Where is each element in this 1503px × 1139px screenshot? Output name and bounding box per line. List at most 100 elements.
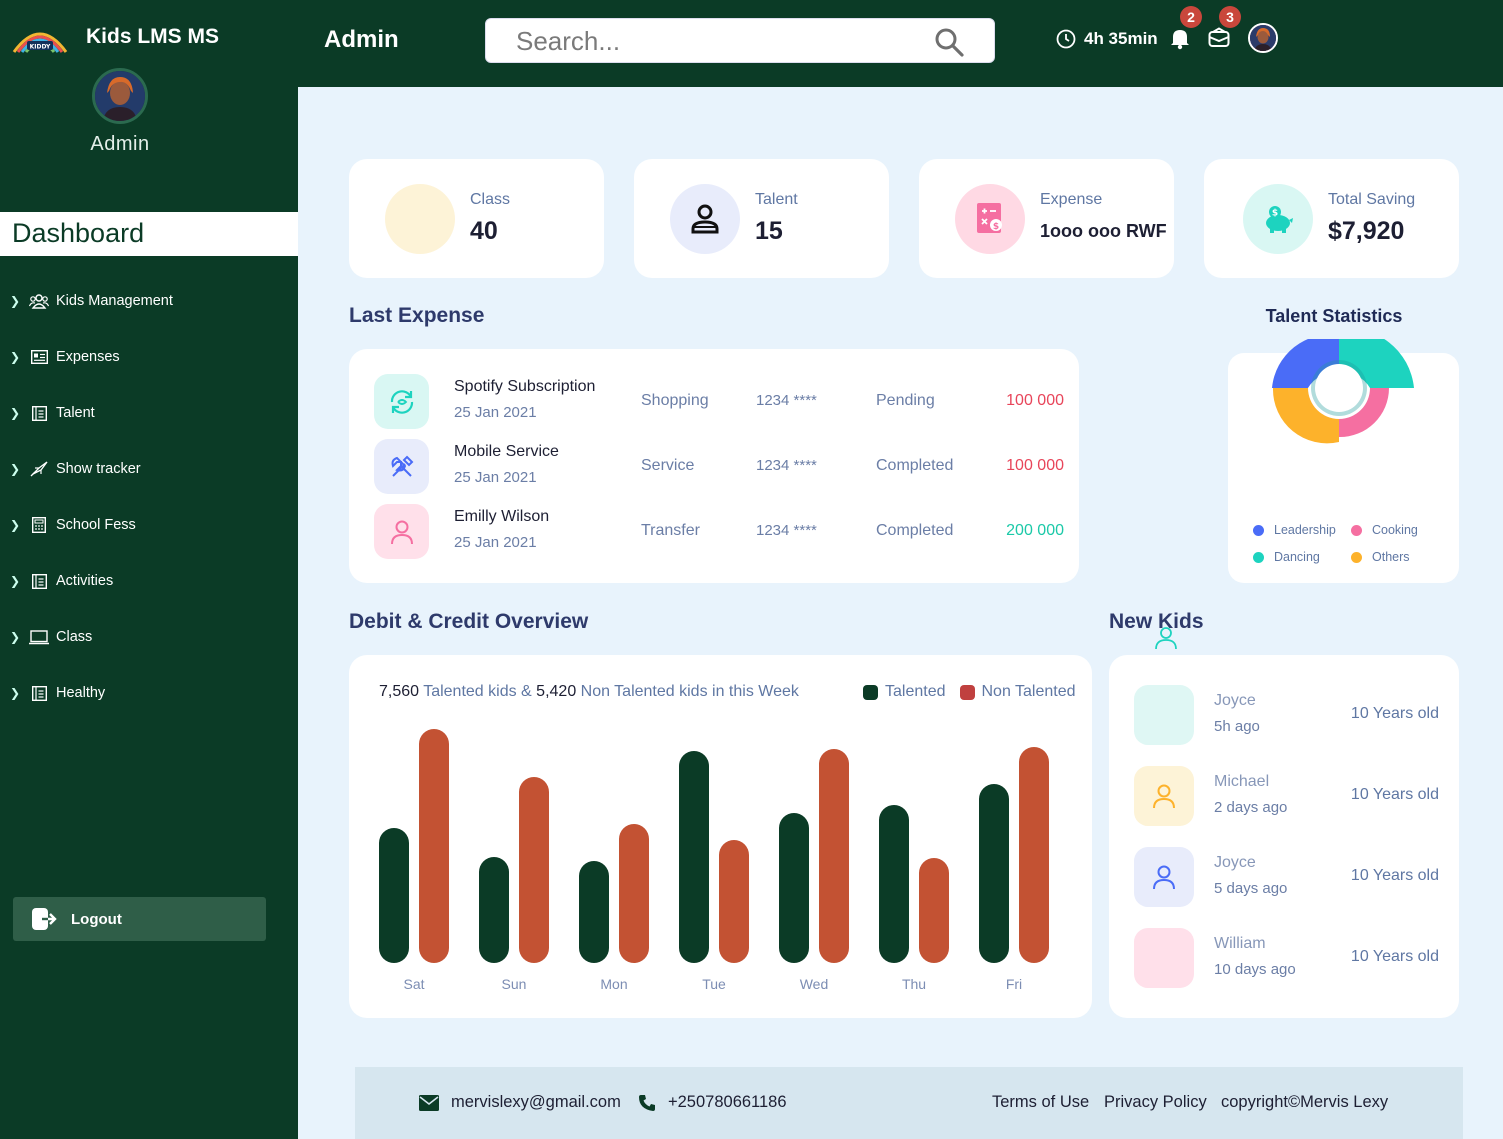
legend-dancing: Dancing: [1253, 550, 1320, 564]
refresh-icon: [374, 374, 429, 429]
privacy-link[interactable]: Privacy Policy: [1104, 1093, 1207, 1112]
expense-status: Pending: [876, 392, 935, 409]
messages-button[interactable]: 3: [1207, 6, 1241, 52]
bar-talented-sat[interactable]: [379, 828, 409, 963]
sidebar-item-show-tracker[interactable]: ❯ Show tracker: [0, 441, 298, 497]
sidebar-item-activities[interactable]: ❯ Activities: [0, 553, 298, 609]
sidebar-item-label: Activities: [56, 573, 114, 589]
bar-talented-mon[interactable]: [579, 861, 609, 963]
svg-text:$: $: [1272, 209, 1278, 219]
chevron-right-icon: ❯: [10, 350, 21, 364]
bar-non-talented-sat[interactable]: [419, 729, 449, 963]
x-tick-label: Thu: [902, 976, 926, 992]
kid-name: Joyce: [1214, 854, 1256, 871]
stat-card-total-saving[interactable]: $ Total Saving $7,920: [1204, 159, 1459, 278]
bar-talented-thu[interactable]: [879, 805, 909, 963]
sidebar-item-dashboard[interactable]: Dashboard: [0, 212, 298, 256]
bar-non-talented-tue[interactable]: [719, 840, 749, 963]
kid-age: 10 Years old: [1350, 786, 1439, 803]
sidebar-item-expenses[interactable]: ❯ Expenses: [0, 329, 298, 385]
talent-statistics-title: Talent Statistics: [1265, 306, 1403, 326]
sidebar-item-school-fees[interactable]: ❯ School Fess: [0, 497, 298, 553]
bar-talented-wed[interactable]: [779, 813, 809, 963]
bar-non-talented-fri[interactable]: [1019, 747, 1049, 963]
expense-row[interactable]: Emilly Wilson 25 Jan 2021 Transfer 1234 …: [374, 504, 1064, 559]
sidebar-avatar[interactable]: [92, 68, 148, 124]
kid-item[interactable]: Michael 2 days ago 10 Years old: [1134, 766, 1439, 826]
stat-label: Talent: [755, 191, 798, 208]
expense-row[interactable]: Spotify Subscription 25 Jan 2021 Shoppin…: [374, 374, 1064, 429]
x-tick-label: Mon: [600, 976, 627, 992]
bar-non-talented-wed[interactable]: [819, 749, 849, 963]
bar-talented-tue[interactable]: [679, 751, 709, 963]
user-icon: [1153, 865, 1175, 890]
sidebar-item-label: School Fess: [56, 517, 136, 533]
legend-cooking: Cooking: [1351, 523, 1418, 537]
messages-badge: 3: [1219, 6, 1241, 28]
sidebar-item-healthy[interactable]: ❯ Healthy: [0, 665, 298, 721]
expense-category: Shopping: [641, 392, 709, 409]
notifications-button[interactable]: 2: [1168, 6, 1202, 52]
expense-status: Completed: [876, 522, 954, 539]
app-title: Kids LMS MS: [86, 25, 220, 48]
kid-item[interactable]: Joyce 5h ago 10 Years old: [1134, 685, 1439, 745]
expense-category: Transfer: [641, 522, 700, 539]
footer: mervislexy@gmail.com +250780661186 Terms…: [355, 1067, 1463, 1139]
chevron-right-icon: ❯: [10, 630, 21, 644]
footer-phone-text: +250780661186: [668, 1093, 787, 1111]
search-box: [485, 18, 995, 63]
search-input[interactable]: [516, 25, 916, 57]
stat-card-talent[interactable]: Talent 15: [634, 159, 889, 278]
stat-card-class[interactable]: Class 40: [349, 159, 604, 278]
class-icon: [385, 184, 455, 254]
timer-value: 4h 35min: [1084, 29, 1158, 48]
kid-time: 5 days ago: [1214, 880, 1288, 897]
expense-amount: 100 000: [1006, 457, 1064, 474]
kid-item[interactable]: Joyce 5 days ago 10 Years old: [1134, 847, 1439, 907]
x-tick-label: Wed: [800, 976, 829, 992]
expense-row[interactable]: Mobile Service 25 Jan 2021 Service 1234 …: [374, 439, 1064, 494]
logout-icon: [32, 908, 57, 930]
legend-others: Others: [1351, 550, 1410, 564]
kid-item[interactable]: William 10 days ago 10 Years old: [1134, 928, 1439, 988]
user-avatar[interactable]: [1248, 23, 1278, 53]
bar-talented-sun[interactable]: [479, 857, 509, 963]
bar-chart: Sat Sun Mon Tue Wed Thu Fri: [379, 729, 1049, 992]
sidebar-item-class[interactable]: ❯ Class: [0, 609, 298, 665]
user-icon: [1153, 784, 1175, 809]
expense-card-number: 1234 ****: [756, 522, 817, 539]
new-kids-card: Joyce 5h ago 10 Years old Michael 2 days…: [1109, 655, 1459, 1018]
kid-avatar: [1134, 766, 1194, 826]
bar-non-talented-thu[interactable]: [919, 858, 949, 963]
kid-age: 10 Years old: [1350, 948, 1439, 965]
bar-non-talented-sun[interactable]: [519, 777, 549, 963]
chevron-right-icon: ❯: [10, 406, 21, 420]
person-icon: [670, 184, 740, 254]
invoice-icon: $: [955, 184, 1025, 254]
overview-title: Debit & Credit Overview: [349, 610, 589, 633]
piggy-bank-icon: $: [1243, 184, 1313, 254]
stat-label: Class: [470, 191, 511, 208]
sidebar-item-talent[interactable]: ❯ Talent: [0, 385, 298, 441]
stat-label: Total Saving: [1328, 191, 1416, 208]
bar-non-talented-mon[interactable]: [619, 824, 649, 963]
footer-phone[interactable]: +250780661186: [638, 1093, 787, 1112]
legend-dot: [1351, 524, 1362, 536]
document-icon: [28, 404, 50, 422]
expense-card-number: 1234 ****: [756, 392, 817, 409]
document-icon: [28, 684, 50, 702]
expense-amount: 200 000: [1006, 522, 1064, 539]
kid-time: 2 days ago: [1214, 799, 1288, 816]
logout-button[interactable]: Logout: [13, 897, 266, 941]
stat-card-expense[interactable]: $ Expense 1ooo ooo RWF: [919, 159, 1174, 278]
footer-email[interactable]: mervislexy@gmail.com: [419, 1093, 621, 1112]
app-logo: KIDDY: [12, 32, 68, 53]
sidebar-item-label: Class: [56, 629, 93, 645]
terms-link[interactable]: Terms of Use: [992, 1093, 1089, 1112]
bar-talented-fri[interactable]: [979, 784, 1009, 963]
legend-label: Others: [1372, 550, 1410, 564]
tools-icon: [374, 439, 429, 494]
calculator-icon: [28, 516, 50, 534]
search-icon[interactable]: [934, 27, 964, 57]
sidebar-item-kids-management[interactable]: ❯ Kids Management: [0, 273, 298, 329]
